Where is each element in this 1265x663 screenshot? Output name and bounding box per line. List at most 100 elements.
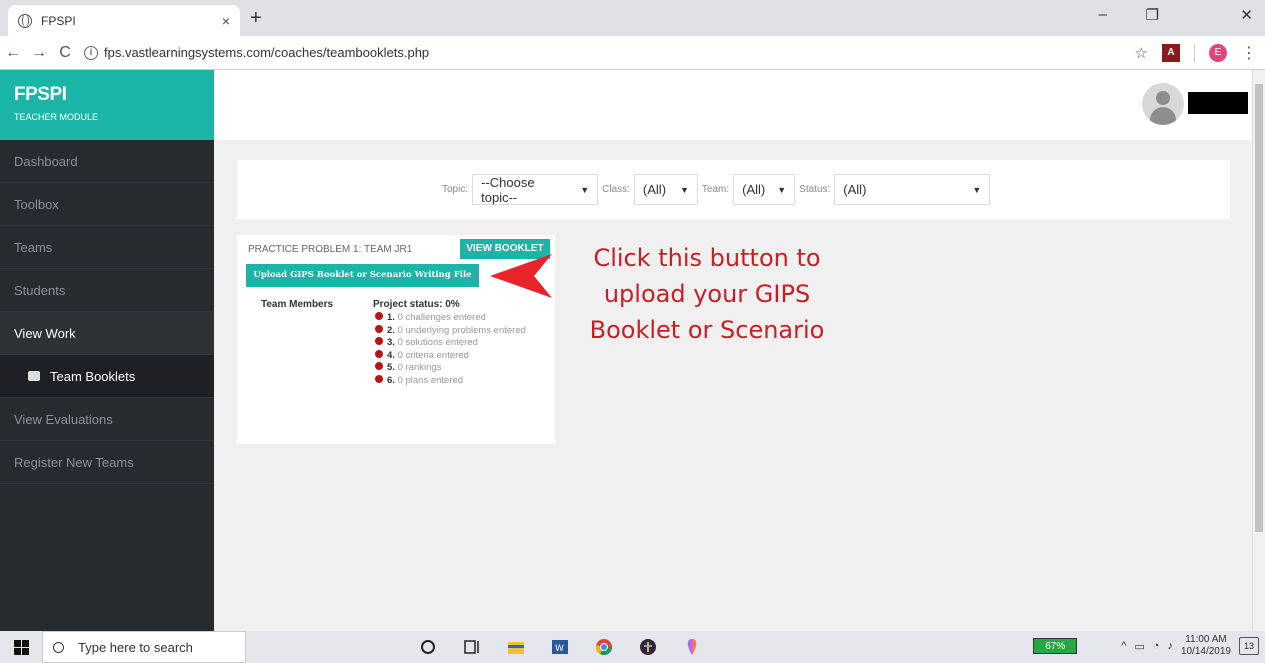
annotation-line: Click this button to	[593, 244, 821, 272]
annotation-line: Booklet or Scenario	[589, 316, 825, 344]
sidebar-item-teams[interactable]: Teams	[0, 226, 214, 269]
toolbar-divider	[1194, 44, 1195, 62]
topic-select-value: --Choose topic--	[481, 174, 535, 205]
start-button[interactable]	[0, 631, 42, 663]
annotation-line: upload your GIPS	[603, 280, 811, 308]
cortana-icon[interactable]	[418, 637, 438, 657]
sidebar-item-label: Team Booklets	[50, 368, 136, 384]
word-icon[interactable]: W	[550, 637, 570, 657]
list-item: 1. 0 challenges entered	[373, 312, 543, 325]
taskbar: Type here to search W 67% ^ ▭ ◔ ♪ 11:00 …	[0, 631, 1265, 663]
scrollbar-thumb[interactable]	[1255, 84, 1263, 532]
card-title: PRACTICE PROBLEM 1: TEAM JR1	[248, 244, 413, 255]
booklet-icon	[28, 371, 40, 381]
brand-header: FPSPI TEACHER MODULE	[0, 70, 214, 140]
info-icon[interactable]: i	[84, 45, 98, 60]
status-select[interactable]: (All) ▼	[834, 174, 991, 205]
file-explorer-icon[interactable]	[506, 637, 526, 657]
page-scrollbar[interactable]	[1252, 70, 1265, 631]
close-window-button[interactable]: ✕	[1240, 6, 1253, 24]
bookmark-star-icon[interactable]: ☆	[1135, 44, 1148, 62]
minimize-button[interactable]: –	[1099, 6, 1107, 23]
team-label: Team:	[701, 184, 730, 195]
clock-time: 11:00 AM	[1185, 634, 1227, 645]
task-view-icon[interactable]	[462, 637, 482, 657]
tab-close-icon[interactable]: ×	[222, 13, 230, 29]
brand-subtitle: TEACHER MODULE	[14, 112, 99, 122]
sidebar-item-register-new-teams[interactable]: Register New Teams	[0, 441, 214, 484]
svg-text:W: W	[555, 644, 564, 654]
status-select-value: (All)	[843, 182, 867, 197]
class-select-value: (All)	[642, 182, 667, 197]
list-item: 4. 0 criteria entered	[373, 349, 543, 363]
browser-menu-icon[interactable]: ⋮	[1241, 43, 1257, 63]
status-dot-icon	[375, 312, 383, 320]
status-dot-icon	[375, 374, 383, 383]
project-status-list: Project status: 0% 1. 0 challenges enter…	[373, 299, 543, 387]
wifi-icon[interactable]: ◔	[1153, 640, 1160, 652]
status-dot-icon	[375, 349, 383, 358]
annotation-text: Click this button to upload your GIPS Bo…	[557, 240, 857, 348]
url-text: fps.vastlearningsystems.com/coaches/team…	[104, 45, 430, 60]
battery-indicator[interactable]: 67%	[1033, 638, 1078, 654]
user-name-redacted[interactable]	[1188, 92, 1248, 114]
filter-bar: Topic: --Choose topic-- ▼ Class: (All) ▼…	[237, 160, 1230, 219]
topic-select[interactable]: --Choose topic-- ▼	[472, 174, 599, 205]
status-dot-icon	[375, 337, 383, 345]
browser-toolbar-right: ☆ A E ⋮	[1135, 43, 1257, 63]
top-header	[214, 70, 1252, 140]
new-tab-button[interactable]: +	[250, 8, 262, 28]
profile-avatar-icon[interactable]: E	[1209, 44, 1227, 62]
pdf-extension-icon[interactable]: A	[1162, 44, 1180, 62]
main-content: Topic: --Choose topic-- ▼ Class: (All) ▼…	[214, 140, 1252, 631]
user-avatar[interactable]	[1142, 83, 1184, 125]
list-item: 2. 0 underlying problems entered	[373, 324, 543, 338]
team-members-label: Team Members	[261, 299, 334, 310]
class-select[interactable]: (All) ▼	[633, 174, 698, 205]
chevron-up-icon[interactable]: ^	[1121, 640, 1126, 652]
sidebar: FPSPI TEACHER MODULE Dashboard Toolbox T…	[0, 70, 214, 631]
back-button[interactable]: ←	[0, 44, 26, 62]
system-tray: 67% ^ ▭ ◔ ♪ 11:00 AM 10/14/2019 13	[1033, 634, 1259, 658]
list-item: 3. 0 solutions entered	[373, 337, 543, 350]
list-item: 5. 0 rankings	[373, 362, 543, 375]
sidebar-item-dashboard[interactable]: Dashboard	[0, 140, 214, 183]
clock[interactable]: 11:00 AM 10/14/2019	[1181, 634, 1231, 658]
battery-icon[interactable]: ▭	[1134, 640, 1144, 653]
search-placeholder: Type here to search	[78, 639, 193, 655]
notification-icon[interactable]: 13	[1239, 637, 1259, 655]
chevron-down-icon: ▼	[580, 184, 590, 195]
taskbar-apps: W	[418, 637, 702, 657]
sidebar-item-team-booklets[interactable]: Team Booklets	[0, 355, 214, 398]
slack-icon[interactable]	[638, 637, 658, 657]
chrome-icon[interactable]	[594, 637, 614, 657]
list-item: 6. 0 plans entered	[373, 374, 543, 388]
sidebar-item-toolbox[interactable]: Toolbox	[0, 183, 214, 226]
sidebar-item-view-evaluations[interactable]: View Evaluations	[0, 398, 214, 441]
status-dot-icon	[375, 362, 383, 370]
sidebar-item-students[interactable]: Students	[0, 269, 214, 312]
clock-date: 10/14/2019	[1180, 646, 1231, 657]
url-field[interactable]: i fps.vastlearningsystems.com/coaches/te…	[84, 45, 429, 60]
chevron-down-icon: ▼	[972, 184, 982, 195]
status-label: Status:	[799, 184, 831, 195]
search-icon	[53, 641, 64, 653]
status-dot-icon	[375, 324, 383, 333]
topic-label: Topic:	[442, 184, 469, 195]
tab-title: FPSPI	[41, 13, 76, 28]
maximize-button[interactable]: ❐	[1146, 6, 1159, 24]
browser-tab-bar: FPSPI × + – ❐ ✕	[0, 0, 1265, 36]
forward-button[interactable]: →	[26, 44, 52, 62]
reload-button[interactable]: C	[52, 44, 78, 62]
team-select[interactable]: (All) ▼	[733, 174, 796, 205]
sidebar-item-view-work[interactable]: View Work	[0, 312, 214, 355]
app-icon[interactable]	[682, 637, 702, 657]
browser-tab[interactable]: FPSPI ×	[8, 5, 240, 36]
brand-title: FPSPI	[14, 84, 67, 105]
globe-icon	[18, 13, 32, 28]
volume-icon[interactable]: ♪	[1167, 640, 1173, 652]
team-select-value: (All)	[742, 182, 766, 197]
taskbar-search[interactable]: Type here to search	[42, 631, 246, 663]
chevron-down-icon: ▼	[680, 184, 689, 195]
upload-booklet-button[interactable]: Upload GIPS Booklet or Scenario Writing …	[246, 264, 479, 287]
